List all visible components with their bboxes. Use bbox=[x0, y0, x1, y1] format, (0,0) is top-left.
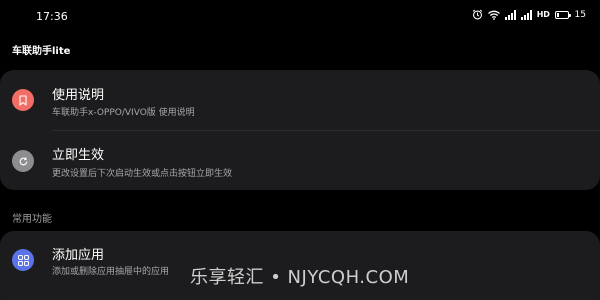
battery-level: 15 bbox=[574, 9, 586, 20]
apps-grid-icon bbox=[12, 249, 34, 271]
bookmark-icon bbox=[12, 89, 34, 111]
apply-now-subtitle: 更改设置后下次启动生效或点击按钮立即生效 bbox=[52, 169, 233, 179]
apply-now-title: 立即生效 bbox=[52, 148, 105, 163]
watermark: 乐享轻汇 • NJYCQH.COM bbox=[190, 267, 410, 288]
instructions-item[interactable]: 使用说明 车联助手x-OPPO/VIVO版 使用说明 bbox=[0, 70, 600, 130]
status-icons: HD 15 bbox=[472, 9, 586, 20]
settings-card: 使用说明 车联助手x-OPPO/VIVO版 使用说明 立即生效 更改设置后下次启… bbox=[0, 70, 600, 190]
refresh-icon bbox=[12, 150, 34, 172]
signal-icon bbox=[520, 9, 532, 20]
status-time: 17:36 bbox=[36, 10, 68, 23]
apply-now-item[interactable]: 立即生效 更改设置后下次启动生效或点击按钮立即生效 bbox=[0, 130, 600, 190]
section-label: 常用功能 bbox=[12, 214, 52, 225]
alarm-icon bbox=[472, 9, 483, 20]
instructions-subtitle: 车联助手x-OPPO/VIVO版 使用说明 bbox=[52, 108, 195, 118]
page-title: 车联助手lite bbox=[12, 46, 71, 57]
hd-icon: HD bbox=[536, 10, 550, 19]
wifi-icon bbox=[487, 10, 500, 20]
battery-icon bbox=[554, 10, 571, 19]
instructions-title: 使用说明 bbox=[52, 88, 105, 103]
signal-icon bbox=[504, 9, 516, 20]
add-app-subtitle: 添加或删除应用抽屉中的应用 bbox=[52, 267, 170, 277]
status-bar: 17:36 HD 15 bbox=[0, 0, 600, 32]
add-app-title: 添加应用 bbox=[52, 248, 105, 263]
